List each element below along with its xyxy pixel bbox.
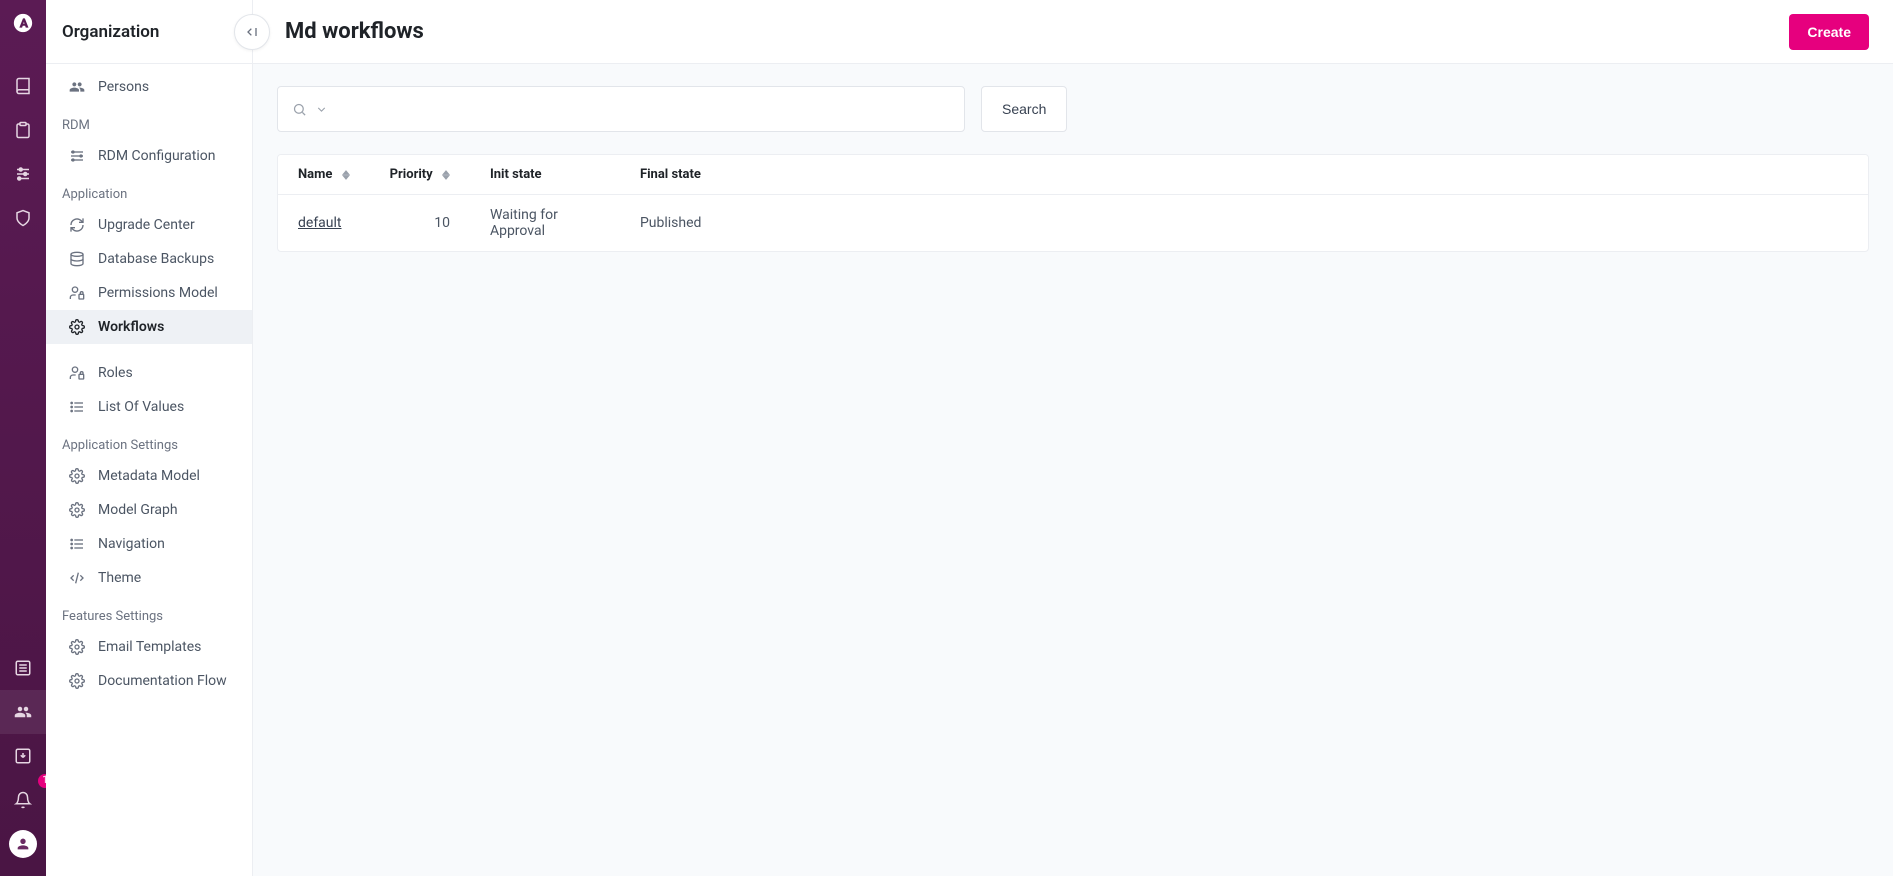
sidebar-title: Organization <box>46 0 252 64</box>
clipboard-icon <box>14 121 32 139</box>
chevron-left-collapse-icon <box>244 24 260 40</box>
sidebar-item-label: Navigation <box>98 536 165 552</box>
list-icon <box>14 659 32 677</box>
sidebar-item-label: Permissions Model <box>98 285 218 301</box>
sidebar-item-label: Theme <box>98 570 141 586</box>
search-icon <box>292 102 307 117</box>
rail-item-settings-filter[interactable] <box>0 152 46 196</box>
sliders-icon <box>14 165 32 183</box>
cell-init-state: Waiting for Approval <box>470 195 620 252</box>
sidebar-item-label: Documentation Flow <box>98 673 227 689</box>
sidebar-item-upgrade-center[interactable]: Upgrade Center <box>46 208 252 242</box>
sidebar-item-label: Persons <box>98 79 149 95</box>
rail-item-shield[interactable] <box>0 196 46 240</box>
workflows-table: Name Priority <box>277 154 1869 252</box>
column-header-final-state[interactable]: Final state <box>620 155 1868 195</box>
search-box[interactable] <box>277 86 965 132</box>
topbar: Md workflows Create <box>253 0 1893 64</box>
create-button[interactable]: Create <box>1789 14 1869 50</box>
download-icon <box>14 747 32 765</box>
code-icon <box>68 569 86 587</box>
sidebar-item-label: Upgrade Center <box>98 217 195 233</box>
column-header-label: Init state <box>490 167 542 182</box>
sidebar-item-label: RDM Configuration <box>98 148 215 164</box>
icon-rail: 1 <box>0 0 46 876</box>
list-icon <box>68 398 86 416</box>
sidebar-item-navigation[interactable]: Navigation <box>46 527 252 561</box>
sidebar-item-metadata-model[interactable]: Metadata Model <box>46 459 252 493</box>
sidebar-item-label: Workflows <box>98 319 164 335</box>
sidebar-section-features-settings: Features Settings <box>46 595 252 630</box>
sort-icon <box>342 170 350 180</box>
column-header-label: Priority <box>390 167 433 182</box>
workflow-name-link[interactable]: default <box>298 215 342 231</box>
gear-icon <box>68 467 86 485</box>
config-icon <box>68 147 86 165</box>
sidebar-item-permissions-model[interactable]: Permissions Model <box>46 276 252 310</box>
person-icon <box>15 836 31 852</box>
rail-item-profile[interactable] <box>0 822 46 866</box>
sidebar-item-list-of-values[interactable]: List Of Values <box>46 390 252 424</box>
users-icon <box>14 703 32 721</box>
cell-priority: 10 <box>370 195 470 252</box>
sidebar-item-label: List Of Values <box>98 399 184 415</box>
main-content: Md workflows Create Search Name <box>253 0 1893 876</box>
sync-icon <box>68 216 86 234</box>
gear-icon <box>68 638 86 656</box>
list-icon <box>68 535 86 553</box>
bell-icon <box>14 791 32 809</box>
sidebar: Organization Persons RDM RDM Configurati… <box>46 0 253 876</box>
sidebar-item-label: Email Templates <box>98 639 201 655</box>
sidebar-item-documentation-flow[interactable]: Documentation Flow <box>46 664 252 698</box>
rail-item-clipboard[interactable] <box>0 108 46 152</box>
gear-icon <box>68 501 86 519</box>
sidebar-item-label: Database Backups <box>98 251 214 267</box>
avatar <box>9 830 37 858</box>
column-header-priority[interactable]: Priority <box>370 155 470 195</box>
sidebar-item-db-backups[interactable]: Database Backups <box>46 242 252 276</box>
sidebar-item-label: Metadata Model <box>98 468 200 484</box>
page-title: Md workflows <box>285 19 424 44</box>
cell-final-state: Published <box>620 195 1868 252</box>
user-lock-icon <box>68 284 86 302</box>
sidebar-item-email-templates[interactable]: Email Templates <box>46 630 252 664</box>
sidebar-item-roles[interactable]: Roles <box>46 356 252 390</box>
sidebar-section-rdm: RDM <box>46 104 252 139</box>
sidebar-item-rdm-config[interactable]: RDM Configuration <box>46 139 252 173</box>
sidebar-item-persons[interactable]: Persons <box>46 70 252 104</box>
database-icon <box>68 250 86 268</box>
rail-item-users[interactable] <box>0 690 46 734</box>
rail-item-download[interactable] <box>0 734 46 778</box>
sidebar-section-application: Application <box>46 173 252 208</box>
rail-item-list[interactable] <box>0 646 46 690</box>
user-lock-icon <box>68 364 86 382</box>
sidebar-item-workflows[interactable]: Workflows <box>46 310 252 344</box>
sidebar-item-label: Model Graph <box>98 502 178 518</box>
column-header-label: Name <box>298 167 332 182</box>
rail-item-docs[interactable] <box>0 64 46 108</box>
sidebar-item-theme[interactable]: Theme <box>46 561 252 595</box>
book-icon <box>14 77 32 95</box>
rail-item-notifications[interactable]: 1 <box>0 778 46 822</box>
app-logo[interactable] <box>0 0 46 46</box>
search-input[interactable] <box>336 101 950 117</box>
sidebar-section-app-settings: Application Settings <box>46 424 252 459</box>
table-row[interactable]: default 10 Waiting for Approval Publishe… <box>278 195 1868 252</box>
gear-icon <box>68 672 86 690</box>
sort-icon <box>442 170 450 180</box>
column-header-name[interactable]: Name <box>278 155 370 195</box>
gear-icon <box>68 318 86 336</box>
column-header-label: Final state <box>640 167 701 182</box>
search-button[interactable]: Search <box>981 86 1067 132</box>
users-icon <box>68 78 86 96</box>
sidebar-item-label: Roles <box>98 365 133 381</box>
sidebar-collapse-button[interactable] <box>234 14 270 50</box>
shield-icon <box>14 209 32 227</box>
sidebar-item-model-graph[interactable]: Model Graph <box>46 493 252 527</box>
chevron-down-icon[interactable] <box>315 103 328 116</box>
column-header-init-state[interactable]: Init state <box>470 155 620 195</box>
